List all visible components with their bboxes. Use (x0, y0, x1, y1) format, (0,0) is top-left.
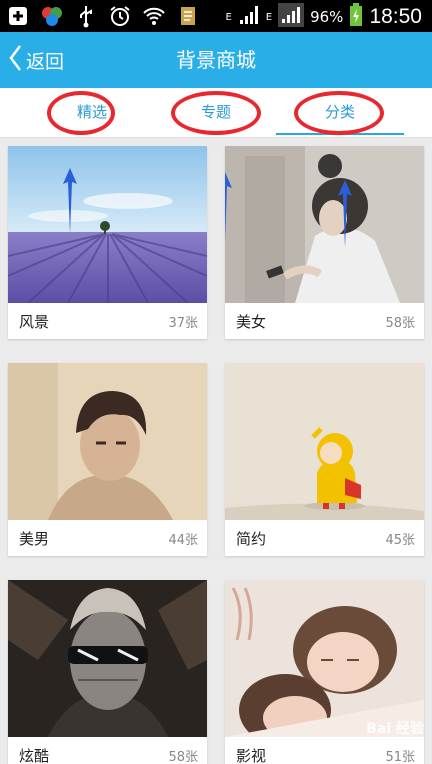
card-caption: 风景 37张 (8, 303, 207, 339)
category-count: 45张 (385, 533, 415, 548)
notification-icons (6, 4, 200, 28)
battery-charging-icon (349, 3, 363, 31)
category-card-scenery[interactable]: 风景 37张 (8, 146, 207, 339)
card-caption: 炫酷 58张 (8, 737, 207, 764)
system-indicators: E E 96% 18:50 (225, 3, 422, 31)
card-caption: 美男 44张 (8, 520, 207, 556)
category-name: 美男 (19, 530, 50, 548)
category-card-cool[interactable]: 炫酷 58张 (8, 580, 207, 764)
status-bar: E E 96% 18:50 (0, 0, 432, 32)
annotation-arrow-up (63, 168, 77, 234)
battery-percent: 96% (310, 8, 344, 26)
category-card-men[interactable]: 美男 44张 (8, 363, 207, 556)
tab-categories[interactable]: 分类 (276, 88, 404, 138)
network-type-label: E (225, 11, 232, 23)
add-box-icon (6, 4, 30, 28)
header-bar: 返回 背景商城 (0, 32, 432, 88)
films-thumbnail (225, 580, 424, 737)
chevron-left-icon (8, 44, 22, 76)
annotation-arrow-up (338, 180, 352, 248)
signal-icon (238, 4, 260, 30)
watermark: Bai 经验 (366, 721, 424, 737)
color-balls-icon (40, 4, 64, 28)
women-thumbnail (225, 146, 424, 303)
tab-bar: 精选 专题 分类 (0, 88, 432, 138)
category-name: 美女 (236, 313, 267, 331)
page-title: 背景商城 (176, 48, 256, 72)
category-count: 51张 (385, 750, 415, 764)
category-name: 风景 (19, 313, 50, 331)
category-name: 简约 (236, 530, 267, 548)
back-button[interactable]: 返回 (8, 32, 64, 88)
category-name: 炫酷 (19, 747, 50, 764)
scenery-thumbnail (8, 146, 207, 303)
simple-thumbnail (225, 363, 424, 520)
card-caption: 美女 58张 (225, 303, 424, 339)
category-count: 44张 (168, 533, 198, 548)
clock: 18:50 (369, 5, 422, 28)
category-count: 58张 (168, 750, 198, 764)
card-caption: 简约 45张 (225, 520, 424, 556)
annotation-arrow-up (225, 172, 232, 242)
men-thumbnail (8, 363, 207, 520)
alarm-icon (108, 4, 132, 28)
network-type-label-2: E (265, 11, 273, 23)
back-label: 返回 (26, 50, 65, 73)
category-count: 37张 (168, 316, 198, 331)
category-name: 影视 (236, 747, 267, 764)
card-caption: 影视 51张 (225, 737, 424, 764)
tab-topics[interactable]: 专题 (164, 88, 268, 138)
doc-icon (176, 4, 200, 28)
usb-icon (74, 4, 98, 28)
tab-featured[interactable]: 精选 (40, 88, 144, 138)
cool-thumbnail (8, 580, 207, 737)
category-card-simple[interactable]: 简约 45张 (225, 363, 424, 556)
signal-icon-2 (278, 3, 305, 31)
category-card-women[interactable]: 美女 58张 (225, 146, 424, 339)
wifi-icon (142, 4, 166, 28)
category-count: 58张 (385, 316, 415, 331)
